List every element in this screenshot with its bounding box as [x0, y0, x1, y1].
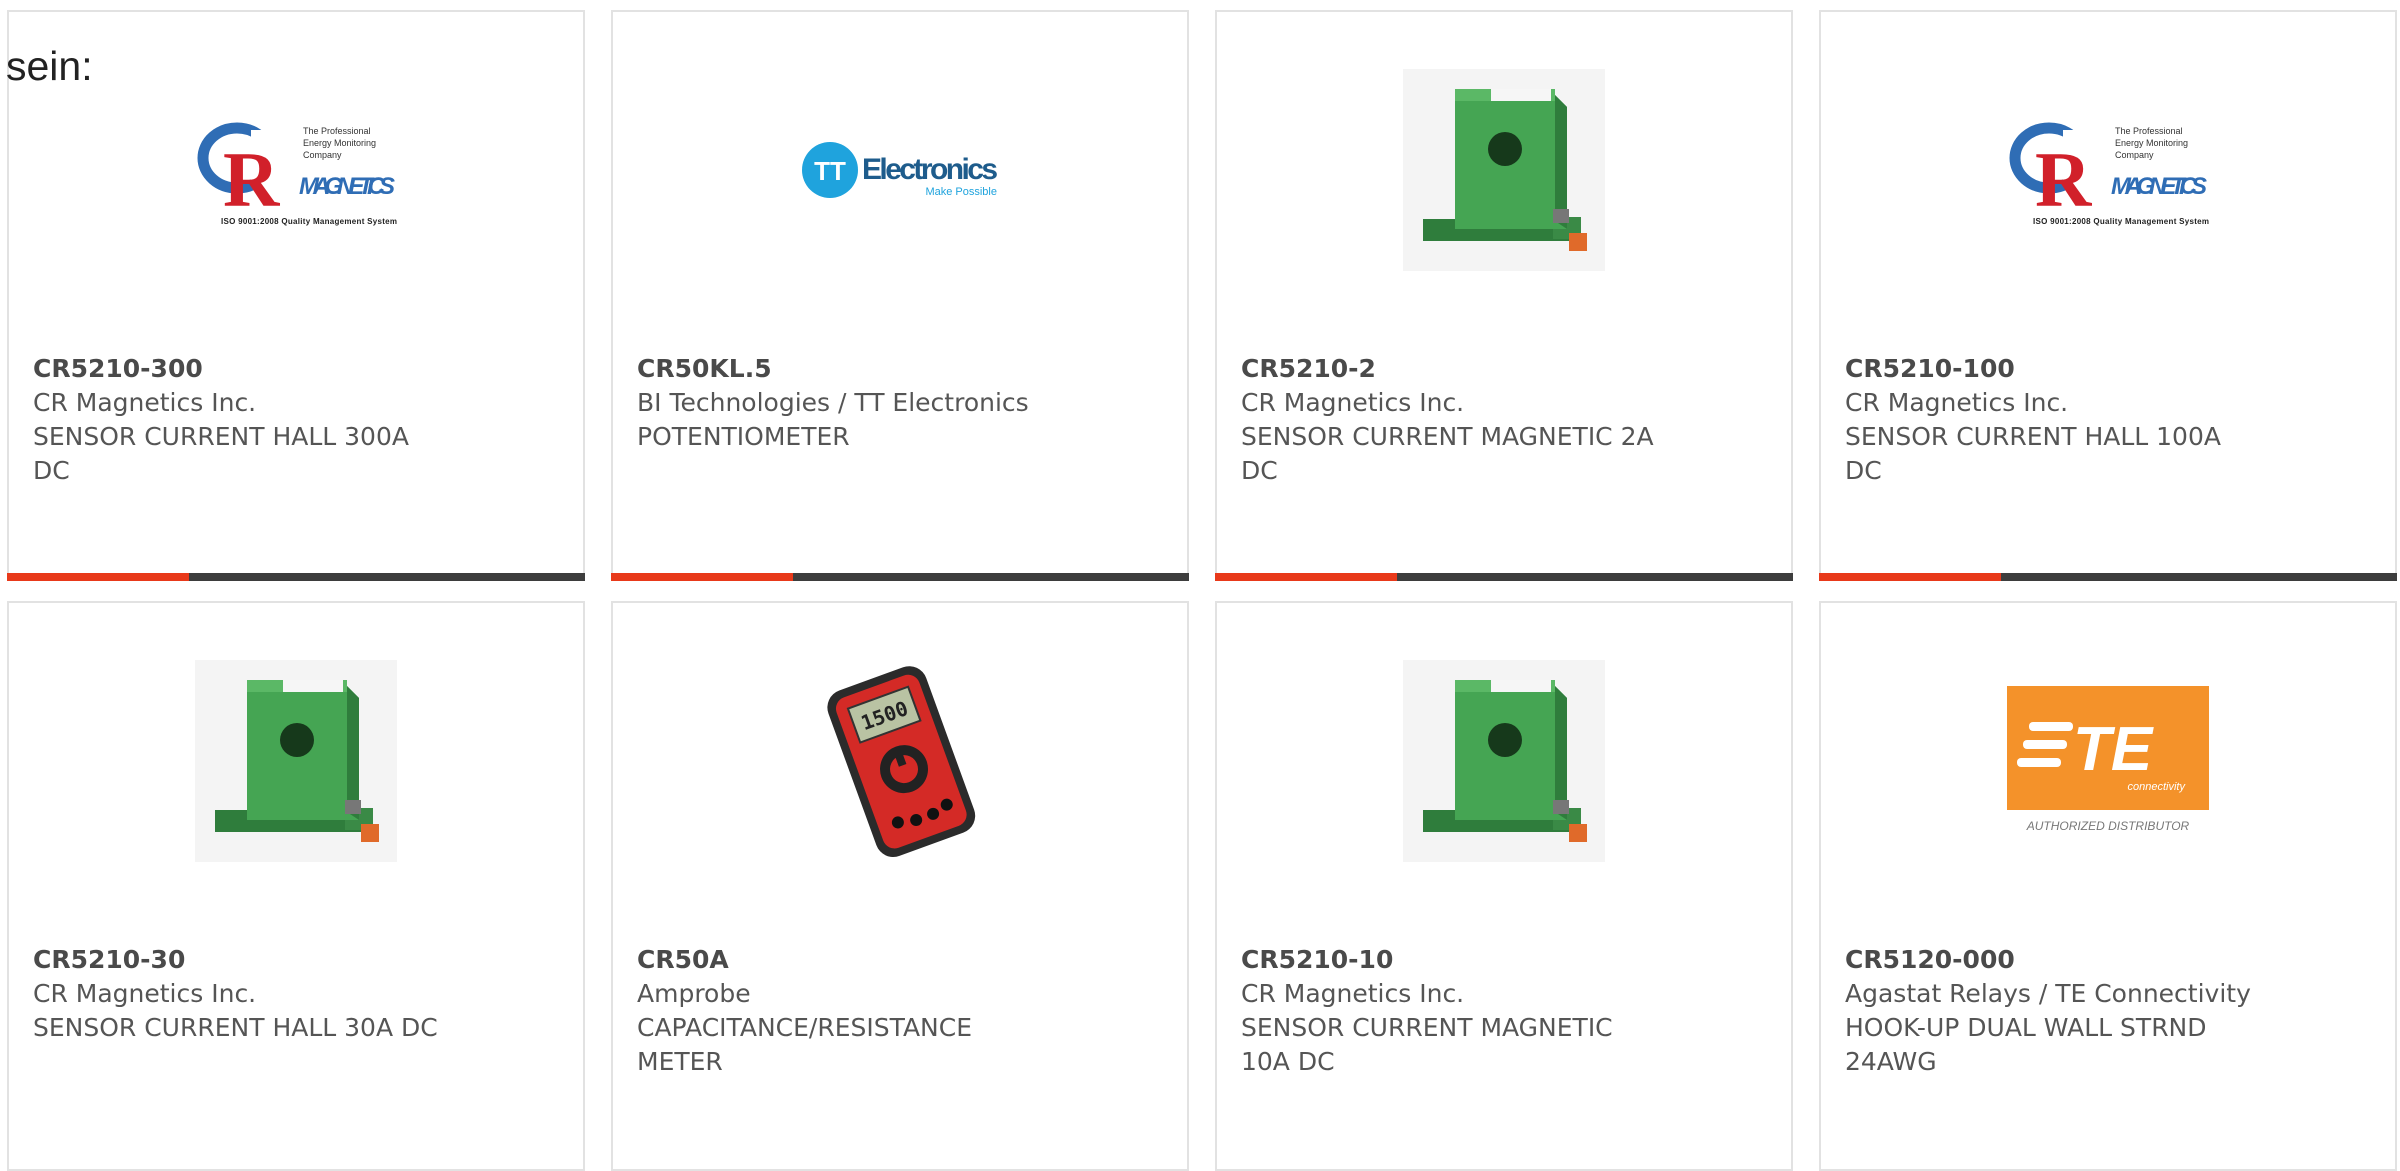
svg-text:Make Possible: Make Possible: [925, 186, 997, 198]
svg-text:AUTHORIZED DISTRIBUTOR: AUTHORIZED DISTRIBUTOR: [2026, 819, 2190, 833]
current-sensor-photo: [1403, 69, 1605, 271]
card-accent: [1215, 573, 1397, 581]
manufacturer: CR Magnetics Inc.: [33, 388, 257, 417]
svg-text:connectivity: connectivity: [2128, 781, 2187, 793]
intro-text: sein:: [6, 43, 93, 89]
tt-electronics-logo: TT Electronics Make Possible: [799, 69, 1001, 271]
product-card-cr5210-100[interactable]: R The Professional Energy Monitoring Com…: [1819, 10, 2397, 581]
manufacturer: CR Magnetics Inc.: [1845, 388, 2069, 417]
manufacturer: BI Technologies / TT Electronics: [637, 388, 1029, 417]
part-number[interactable]: CR5120-000: [1845, 943, 2265, 977]
product-card-cr50kl5[interactable]: TT Electronics Make Possible CR50KL.5 BI…: [611, 10, 1189, 581]
product-card-cr5210-30[interactable]: CR5210-30 CR Magnetics Inc. SENSOR CURRE…: [7, 601, 585, 1171]
card-footer-bar: [1819, 573, 2397, 581]
description: CAPACITANCE/RESISTANCE METER: [637, 1013, 972, 1076]
cr-magnetics-logo: R The Professional Energy Monitoring Com…: [195, 69, 397, 271]
product-info: CR50KL.5 BI Technologies / TT Electronic…: [637, 352, 1057, 454]
part-number[interactable]: CR50A: [637, 943, 1057, 977]
description: POTENTIOMETER: [637, 422, 850, 451]
product-info: CR5210-10 CR Magnetics Inc. SENSOR CURRE…: [1241, 943, 1661, 1079]
svg-text:TE: TE: [2073, 715, 2154, 784]
part-number[interactable]: CR50KL.5: [637, 352, 1057, 386]
part-number[interactable]: CR5210-300: [33, 352, 453, 386]
description: SENSOR CURRENT MAGNETIC 10A DC: [1241, 1013, 1613, 1076]
card-footer-bar: [611, 573, 1189, 581]
svg-text:R: R: [223, 136, 281, 223]
description: SENSOR CURRENT MAGNETIC 2A DC: [1241, 422, 1654, 485]
svg-text:The Professional: The Professional: [2115, 126, 2183, 136]
manufacturer: CR Magnetics Inc.: [1241, 979, 1465, 1008]
current-sensor-photo: [195, 660, 397, 862]
svg-text:MAGNETICS: MAGNETICS: [299, 173, 395, 200]
product-info: CR50A Amprobe CAPACITANCE/RESISTANCE MET…: [637, 943, 1057, 1079]
svg-text:Electronics: Electronics: [862, 153, 998, 186]
card-accent: [7, 573, 189, 581]
multimeter-photo: 1500: [799, 660, 1001, 862]
product-info: CR5210-30 CR Magnetics Inc. SENSOR CURRE…: [33, 943, 453, 1045]
part-number[interactable]: CR5210-30: [33, 943, 453, 977]
description: SENSOR CURRENT HALL 100A DC: [1845, 422, 2221, 485]
product-card-cr5210-2[interactable]: CR5210-2 CR Magnetics Inc. SENSOR CURREN…: [1215, 10, 1793, 581]
svg-text:ISO 9001:2008 Quality Manageme: ISO 9001:2008 Quality Management System: [221, 217, 397, 226]
manufacturer: CR Magnetics Inc.: [33, 979, 257, 1008]
svg-text:MAGNETICS: MAGNETICS: [2111, 173, 2207, 200]
card-accent: [1819, 573, 2001, 581]
product-info: CR5210-300 CR Magnetics Inc. SENSOR CURR…: [33, 352, 453, 488]
manufacturer: CR Magnetics Inc.: [1241, 388, 1465, 417]
product-card-cr5210-300[interactable]: R The Professional Energy Monitoring Com…: [7, 10, 585, 581]
description: SENSOR CURRENT HALL 300A DC: [33, 422, 409, 485]
te-connectivity-logo: TE connectivity AUTHORIZED DISTRIBUTOR: [2007, 660, 2209, 862]
product-card-cr5210-10[interactable]: CR5210-10 CR Magnetics Inc. SENSOR CURRE…: [1215, 601, 1793, 1171]
part-number[interactable]: CR5210-100: [1845, 352, 2265, 386]
product-info: CR5210-2 CR Magnetics Inc. SENSOR CURREN…: [1241, 352, 1661, 488]
svg-text:Energy Monitoring: Energy Monitoring: [2115, 138, 2188, 148]
part-number[interactable]: CR5210-10: [1241, 943, 1661, 977]
product-info: CR5120-000 Agastat Relays / TE Connectiv…: [1845, 943, 2265, 1079]
part-number[interactable]: CR5210-2: [1241, 352, 1661, 386]
description: HOOK-UP DUAL WALL STRND 24AWG: [1845, 1013, 2207, 1076]
svg-text:ISO 9001:2008 Quality Manageme: ISO 9001:2008 Quality Management System: [2033, 217, 2209, 226]
svg-text:Company: Company: [2115, 150, 2154, 160]
cr-magnetics-logo: R The Professional Energy Monitoring Com…: [2007, 69, 2209, 271]
current-sensor-photo: [1403, 660, 1605, 862]
manufacturer: Agastat Relays / TE Connectivity: [1845, 979, 2251, 1008]
product-info: CR5210-100 CR Magnetics Inc. SENSOR CURR…: [1845, 352, 2265, 488]
card-footer-bar: [1215, 573, 1793, 581]
svg-text:Company: Company: [303, 150, 342, 160]
svg-text:TT: TT: [814, 156, 846, 186]
svg-text:The Professional: The Professional: [303, 126, 371, 136]
svg-text:Energy Monitoring: Energy Monitoring: [303, 138, 376, 148]
product-card-cr50a[interactable]: 1500 CR50A Amprobe CAPACITANCE/RESISTANC…: [611, 601, 1189, 1171]
description: SENSOR CURRENT HALL 30A DC: [33, 1013, 438, 1042]
manufacturer: Amprobe: [637, 979, 751, 1008]
svg-text:R: R: [2035, 136, 2093, 223]
card-accent: [611, 573, 793, 581]
card-footer-bar: [7, 573, 585, 581]
product-card-cr5120-000[interactable]: TE connectivity AUTHORIZED DISTRIBUTOR C…: [1819, 601, 2397, 1171]
